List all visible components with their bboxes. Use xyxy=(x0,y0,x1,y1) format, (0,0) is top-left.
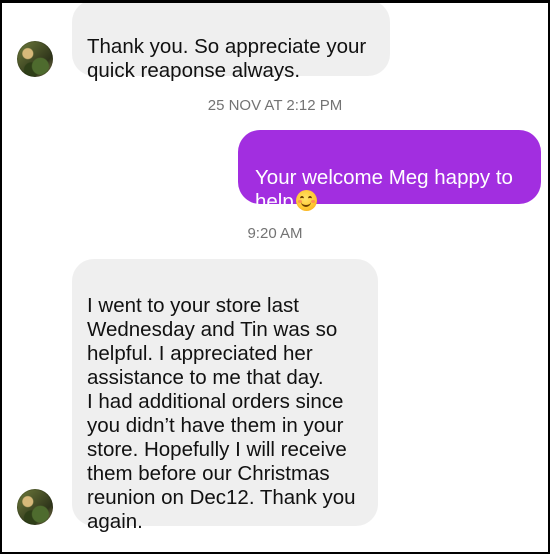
contact-avatar[interactable] xyxy=(17,489,53,525)
outgoing-message-bubble[interactable]: Your welcome Meg happy to help xyxy=(238,130,541,213)
chat-thread: Thank you. So appreciate your quick reap… xyxy=(0,0,550,554)
timestamp: 9:20 AM xyxy=(247,225,303,242)
incoming-message-bubble[interactable]: Thank you. So appreciate your quick reap… xyxy=(72,3,390,82)
contact-avatar[interactable] xyxy=(17,41,53,77)
timestamp: 25 NOV AT 2:12 PM xyxy=(207,97,343,114)
message-text: Thank you. So appreciate your quick reap… xyxy=(87,35,367,82)
incoming-message-bubble[interactable]: I went to your store last Wednesday and … xyxy=(72,259,378,533)
smiling-face-emoji xyxy=(295,190,317,211)
message-text: Your welcome Meg happy to help xyxy=(255,166,513,213)
message-text: I went to your store last Wednesday and … xyxy=(87,294,356,533)
